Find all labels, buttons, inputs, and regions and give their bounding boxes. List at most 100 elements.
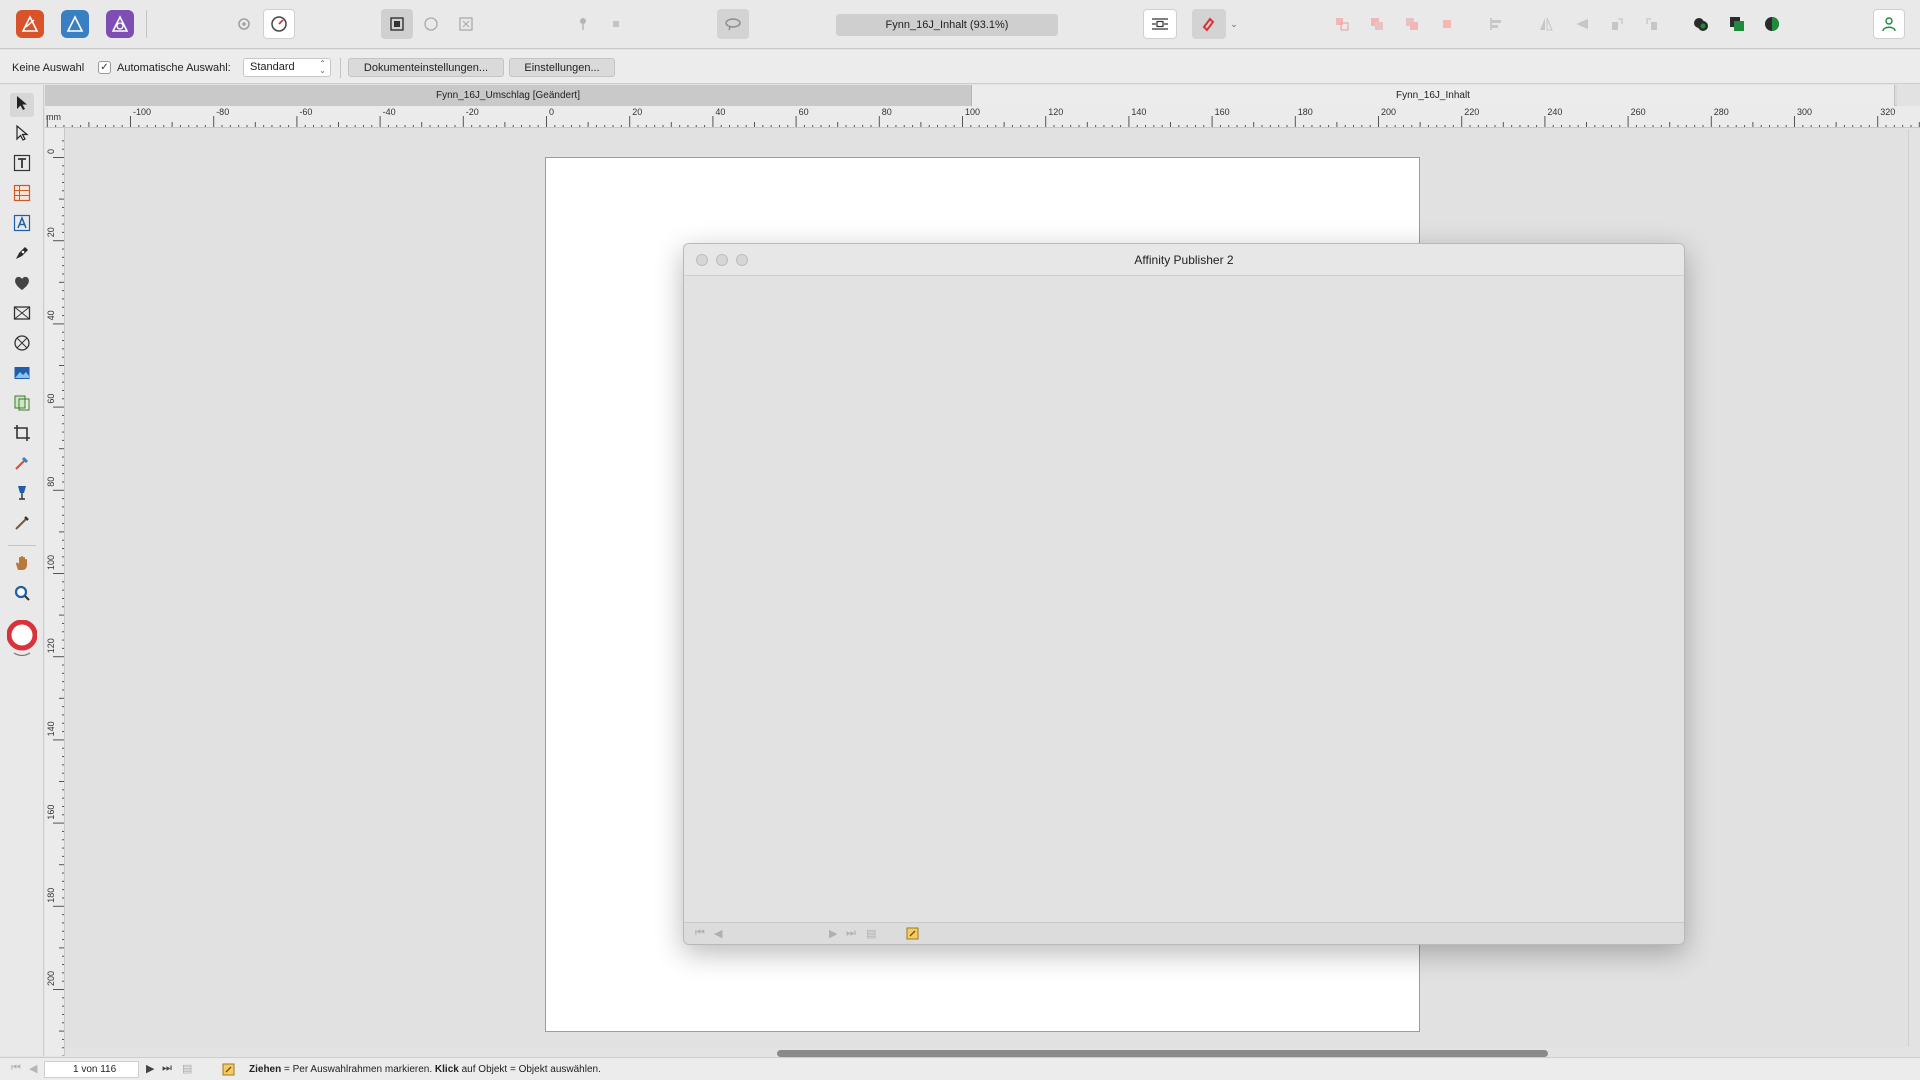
- previous-page-icon[interactable]: ◀: [714, 927, 722, 940]
- image-icon: [13, 364, 31, 387]
- vertical-ruler[interactable]: 0 20 40 60 80 100 120 140 160 180 200: [45, 128, 65, 1056]
- locked-document-icon[interactable]: [222, 1063, 235, 1079]
- ruler-label: 220: [1464, 107, 1479, 117]
- color-swatch-selector[interactable]: [6, 619, 38, 657]
- rotate-left-button[interactable]: [1601, 9, 1633, 39]
- view-mode-bleed-button[interactable]: [415, 9, 447, 39]
- pen-tool[interactable]: [10, 243, 34, 267]
- rotate-right-button[interactable]: [1636, 9, 1668, 39]
- first-page-icon[interactable]: ⏮: [695, 927, 705, 940]
- ruler-label: 80: [882, 107, 892, 117]
- boolean-add-button[interactable]: [1685, 9, 1717, 39]
- align-button[interactable]: [1480, 9, 1512, 39]
- crop-tool[interactable]: [10, 423, 34, 447]
- first-page-icon[interactable]: ⏮: [11, 1062, 21, 1075]
- vector-crop-tool[interactable]: [10, 393, 34, 417]
- rotate-icon: [1644, 16, 1660, 32]
- transparency-tool[interactable]: [10, 513, 34, 537]
- document-title[interactable]: Fynn_16J_Inhalt (93.1%): [836, 14, 1058, 36]
- toolbar-separator: [146, 10, 147, 38]
- table-tool[interactable]: [10, 183, 34, 207]
- tab-overflow[interactable]: [1897, 85, 1920, 106]
- artistic-text-icon: [13, 214, 31, 237]
- fill-tool[interactable]: [10, 483, 34, 507]
- publisher-persona-button[interactable]: [14, 9, 46, 39]
- context-separator: [340, 58, 341, 78]
- account-button[interactable]: [1873, 9, 1905, 39]
- tools-separator: [8, 545, 36, 546]
- picture-frame-icon: [13, 304, 31, 327]
- last-page-icon[interactable]: ⏭: [846, 927, 856, 940]
- photo-persona-button[interactable]: [104, 9, 136, 39]
- view-mode-normal-button[interactable]: [381, 9, 413, 39]
- next-page-icon[interactable]: ▶: [829, 927, 837, 940]
- move-tool[interactable]: [10, 93, 34, 117]
- boolean-subtract-button[interactable]: [1721, 9, 1753, 39]
- designer-persona-button[interactable]: [59, 9, 91, 39]
- arrange-back-button[interactable]: [1326, 9, 1358, 39]
- hint-click-text: auf Objekt = Objekt auswählen.: [458, 1064, 601, 1075]
- place-image-tool[interactable]: [10, 363, 34, 387]
- ruler-label: 160: [46, 805, 56, 820]
- gear-settings-button[interactable]: [228, 9, 260, 39]
- text-wrap-button[interactable]: [1143, 9, 1177, 39]
- locked-document-icon[interactable]: [906, 927, 919, 944]
- last-page-icon[interactable]: ⏭: [162, 1062, 172, 1075]
- tab-inhalt[interactable]: Fynn_16J_Inhalt: [972, 85, 1895, 106]
- view-tool[interactable]: [10, 553, 34, 577]
- pin-button[interactable]: [567, 9, 599, 39]
- page-thumbnail-icon[interactable]: ▤: [182, 1062, 192, 1075]
- artistic-text-tool[interactable]: [10, 213, 34, 237]
- page-number-field[interactable]: 1 von 116: [44, 1061, 139, 1078]
- ruler-label: 0: [46, 149, 56, 154]
- ruler-label: 280: [1714, 107, 1729, 117]
- snapping-dropdown[interactable]: ⌄: [1226, 9, 1242, 39]
- text-wrap-icon: [1150, 16, 1170, 32]
- vertical-scrollbar[interactable]: [1908, 129, 1920, 1047]
- view-mode-clip-button[interactable]: [450, 9, 482, 39]
- shape-tool[interactable]: [10, 273, 34, 297]
- rectangle-frame-tool[interactable]: [10, 303, 34, 327]
- next-page-icon[interactable]: ▶: [146, 1062, 154, 1075]
- frame-text-tool[interactable]: [10, 153, 34, 177]
- node-tool[interactable]: [10, 123, 34, 147]
- settings-button[interactable]: Einstellungen...: [509, 58, 615, 77]
- ruler-label: 140: [1131, 107, 1146, 117]
- arrange-front-button[interactable]: [1431, 9, 1463, 39]
- dialog-footer: ⏮ ◀ ▶ ⏭ ▤: [684, 922, 1684, 944]
- flip-vertical-button[interactable]: [1566, 9, 1598, 39]
- arrange-forward-button[interactable]: [1396, 9, 1428, 39]
- preflight-button[interactable]: [263, 9, 295, 39]
- brush-icon: [13, 514, 31, 537]
- boolean-subtract-icon: [1728, 15, 1746, 33]
- dialog-titlebar[interactable]: Affinity Publisher 2: [684, 244, 1684, 276]
- ruler-label: 320: [1880, 107, 1895, 117]
- ruler-label: -40: [383, 107, 396, 117]
- zoom-tool[interactable]: [10, 583, 34, 607]
- ruler-label: 100: [965, 107, 980, 117]
- page-thumbnail-icon[interactable]: ▤: [866, 927, 876, 940]
- lasso-button[interactable]: [717, 9, 749, 39]
- flip-horizontal-button[interactable]: [1530, 9, 1562, 39]
- auto-select-checkbox[interactable]: ✓: [98, 61, 111, 74]
- ruler-label: 140: [46, 721, 56, 736]
- tab-umschlag[interactable]: Fynn_16J_Umschlag [Geändert]: [45, 85, 972, 106]
- horizontal-ruler[interactable]: -100 -80 -60 -40 -20 0 20 40 60 80 100 120 140 160 180…: [45, 106, 1920, 128]
- ruler-label: 60: [799, 107, 809, 117]
- small-square-button[interactable]: [600, 9, 632, 39]
- color-picker-tool[interactable]: [10, 453, 34, 477]
- context-toolbar: Keine Auswahl ✓ Automatische Auswahl: St…: [0, 50, 1920, 84]
- page-view-icon: [389, 16, 405, 32]
- status-bar: ⏮ ◀ 1 von 116 ▶ ⏭ ▤ Ziehen = Per Auswahl…: [0, 1057, 1920, 1080]
- previous-page-icon[interactable]: ◀: [29, 1062, 37, 1075]
- ruler-label: 120: [1048, 107, 1063, 117]
- arrange-backward-button[interactable]: [1361, 9, 1393, 39]
- auto-select-dropdown[interactable]: Standard ⌃ ⌄: [243, 58, 331, 77]
- boolean-intersect-button[interactable]: [1756, 9, 1788, 39]
- document-settings-button[interactable]: Dokumenteinstellungen...: [348, 58, 504, 77]
- circle-view-icon: [423, 16, 439, 32]
- ellipse-frame-tool[interactable]: [10, 333, 34, 357]
- layers-stack-icon: [13, 394, 31, 417]
- horizontal-scroll-thumb[interactable]: [777, 1050, 1548, 1057]
- snapping-button[interactable]: [1192, 9, 1226, 39]
